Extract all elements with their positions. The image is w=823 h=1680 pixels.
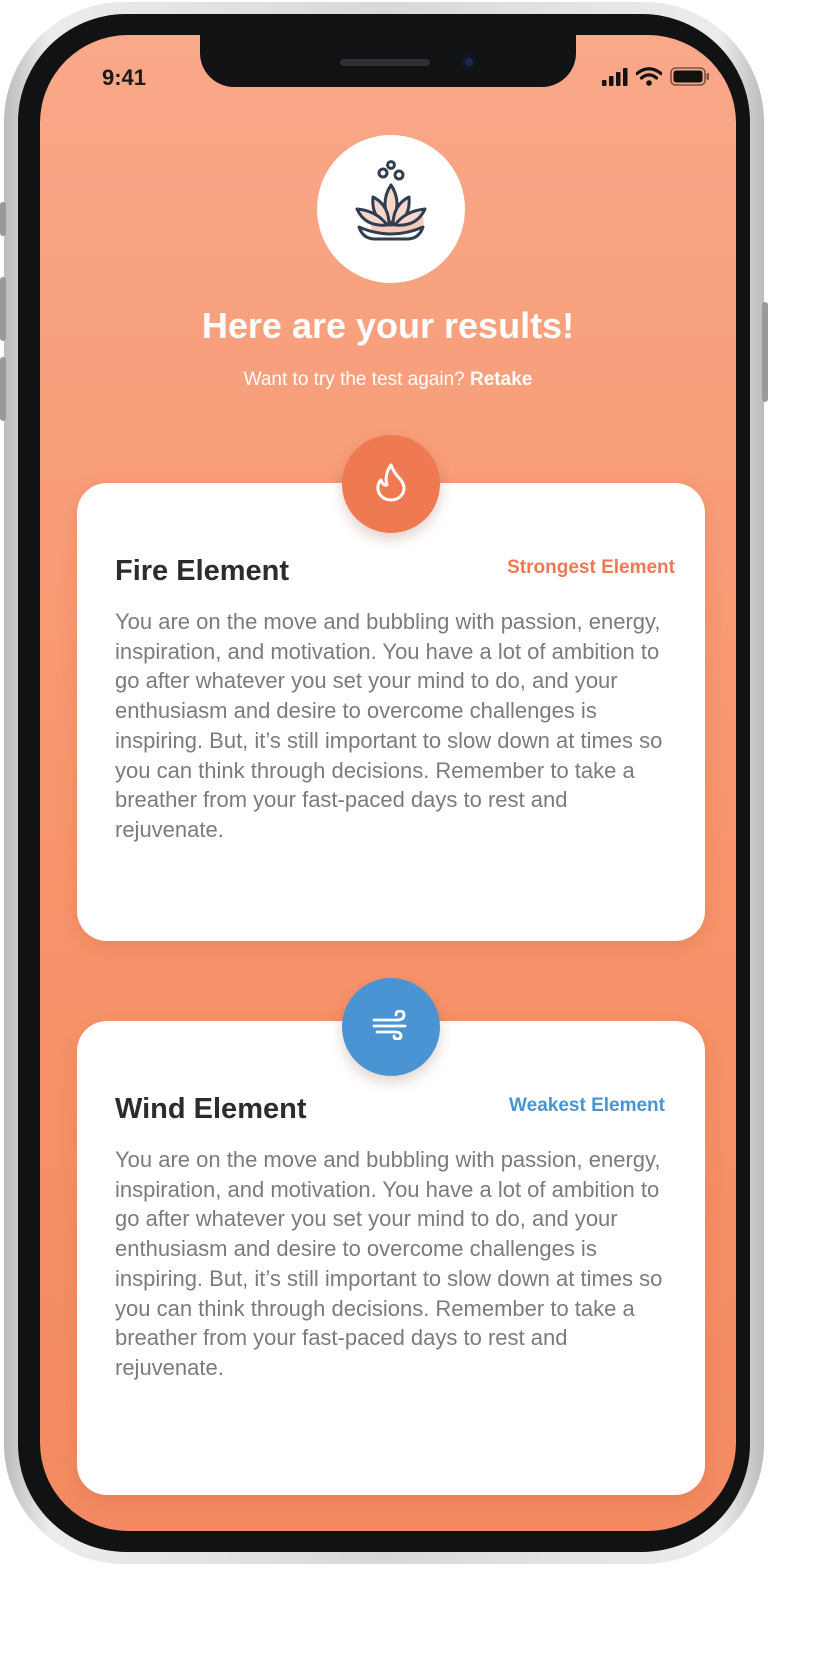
weakest-element-tag: Weakest Element (509, 1095, 665, 1116)
speaker-grille (340, 59, 430, 66)
retake-link[interactable]: Retake (470, 369, 532, 390)
app-screen: 9:41 Here are your results! Want to try … (40, 35, 736, 1531)
wifi-icon (635, 67, 663, 91)
flame-icon (374, 462, 408, 507)
retake-prompt-text: Want to try the test again? (243, 369, 465, 390)
mute-switch (0, 202, 6, 236)
volume-down-button (0, 357, 6, 421)
page-title: Here are your results! (201, 305, 575, 346)
result-card-title: Fire Element (115, 555, 290, 587)
hero-avatar (317, 135, 465, 283)
strongest-element-tag: Strongest Element (507, 557, 675, 578)
retake-prompt: Want to try the test again? Retake (40, 369, 736, 391)
result-card-description: You are on the move and bubbling with pa… (115, 1147, 663, 1380)
battery-icon (670, 67, 710, 91)
front-camera (462, 55, 476, 69)
status-time: 9:41 (102, 65, 147, 90)
power-button (762, 302, 768, 402)
phone-frame: 9:41 Here are your results! Want to try … (0, 2, 768, 1564)
result-card-fire: Fire Element Strongest Element You are o… (77, 483, 705, 941)
fire-element-badge (342, 435, 440, 533)
notch (200, 35, 576, 87)
result-card-wind: Wind Element Weakest Element You are on … (77, 1021, 705, 1495)
volume-up-button (0, 277, 6, 341)
result-card-title: Wind Element (115, 1093, 307, 1125)
status-icons (602, 67, 710, 91)
result-card-description: You are on the move and bubbling with pa… (115, 609, 663, 842)
wind-element-badge (342, 978, 440, 1076)
lotus-icon (343, 159, 439, 260)
wind-icon (371, 1009, 411, 1045)
cellular-signal-icon (602, 67, 628, 91)
